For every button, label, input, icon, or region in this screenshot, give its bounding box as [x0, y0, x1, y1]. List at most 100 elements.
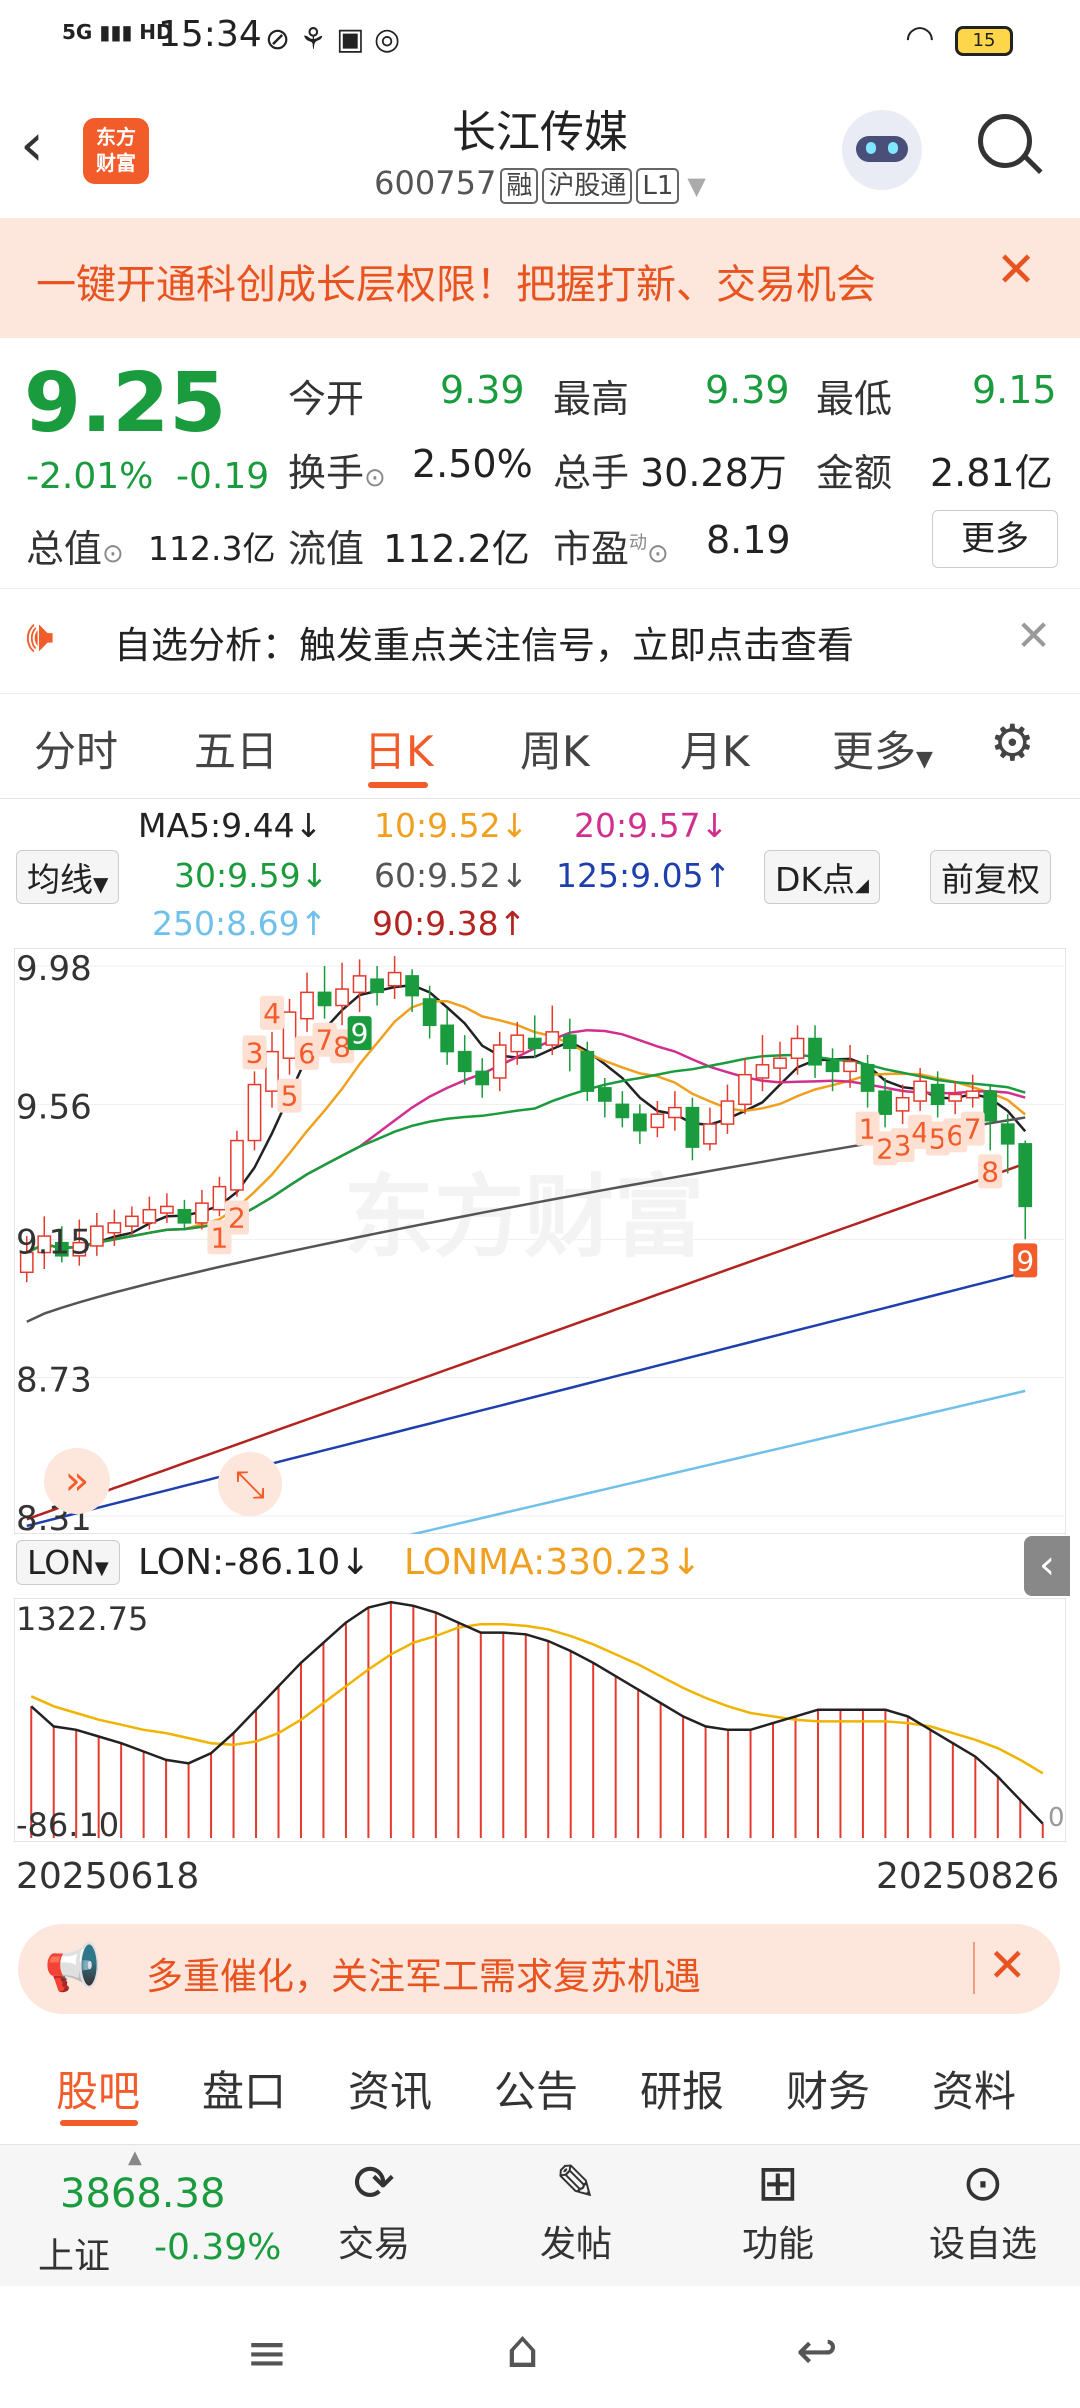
mktcap-value: 112.3亿 — [148, 529, 276, 568]
tab-research[interactable]: 研报 — [640, 2058, 724, 2119]
candle-body — [738, 1073, 752, 1106]
lon-indicator-chart[interactable]: 1322.75 -86.10 0 — [14, 1598, 1066, 1842]
back-nav-icon[interactable]: ↩ — [796, 2322, 838, 2380]
candle-body — [773, 1057, 787, 1069]
high-value: 9.39 — [705, 368, 790, 412]
promo-banner[interactable]: 一键开通科创成长层权限！把握打新、交易机会 ✕ — [0, 218, 1080, 338]
candle-body — [562, 1034, 577, 1050]
tab-more[interactable]: 更多▼ — [832, 718, 933, 779]
dk-button[interactable]: DK点◢ — [764, 850, 880, 904]
candle-body — [685, 1106, 700, 1148]
ma30-label: 30:9.59↓ — [174, 856, 329, 895]
tab-intraday[interactable]: 分时 — [34, 718, 118, 779]
y-tick-label: 9.15 — [16, 1222, 92, 1262]
mktcap-label: 总值⊙ — [26, 527, 124, 571]
indicator-selector[interactable]: LON▼ — [16, 1540, 120, 1585]
tab-market[interactable]: 盘口 — [202, 2058, 286, 2119]
add-watchlist-button[interactable]: ⊙ 设自选 — [920, 2151, 1046, 2267]
candle-body — [948, 1093, 963, 1102]
td-marker-label: 2 — [228, 1202, 246, 1235]
divider — [0, 798, 1080, 799]
battery-icon: 15 — [955, 26, 1013, 56]
candle-body — [615, 1103, 630, 1119]
ma20-label: 20:9.57↓ — [574, 806, 729, 845]
candle-body — [142, 1208, 157, 1224]
y-tick-label: 9.56 — [16, 1087, 92, 1127]
turnover-value: 2.50% — [412, 442, 533, 486]
edit-icon: ✎ — [555, 2154, 597, 2212]
candle-body — [422, 998, 437, 1027]
home-icon[interactable]: ⌂ — [506, 2320, 539, 2380]
info-icon: ⊙ — [364, 463, 386, 493]
amount-value: 2.81亿 — [930, 451, 1053, 495]
td-marker-label: 9 — [351, 1017, 369, 1050]
kline-chart[interactable]: 东方财富 123456 7 8 912 3 4 5 6 789 9.989.569.158.73… — [14, 948, 1066, 1534]
promo-pill[interactable]: 📢 多重催化，关注军工需求复苏机遇 ✕ — [18, 1924, 1060, 2014]
analysis-notice[interactable]: 🕪 自选分析：触发重点关注信号，立即点击查看 ✕ — [0, 588, 1080, 694]
settings-gear-icon[interactable]: ⚙ — [990, 714, 1035, 772]
change-amount: -0.19 — [176, 456, 270, 497]
banner-text: 一键开通科创成长层权限！把握打新、交易机会 — [36, 262, 876, 308]
candle-body — [545, 1031, 560, 1046]
more-dots-icon: ⊙ — [962, 2154, 1004, 2212]
trade-button[interactable]: ⟳ 交易 — [330, 2151, 418, 2267]
candle-body — [527, 1037, 542, 1050]
tag-level: L1 — [636, 168, 680, 204]
candle-body — [983, 1090, 998, 1122]
candle-body — [177, 1208, 192, 1224]
tab-forum[interactable]: 股吧 — [56, 2058, 140, 2119]
tab-five-day[interactable]: 五日 — [194, 718, 278, 779]
candle-body — [597, 1087, 612, 1102]
pe-value: 8.19 — [706, 518, 791, 562]
close-icon[interactable]: ✕ — [1016, 611, 1051, 660]
candle-body — [265, 1050, 279, 1092]
promo-text: 多重催化，关注军工需求复苏机遇 — [146, 1955, 701, 1998]
candle-body — [300, 991, 314, 1020]
dropdown-icon: ▼ — [687, 172, 706, 200]
candle-body — [790, 1037, 805, 1059]
post-button[interactable]: ✎ 发帖 — [528, 2151, 624, 2267]
active-tab-indicator — [60, 2120, 138, 2126]
tag-connect: 沪股通 — [542, 168, 633, 204]
candle-body — [387, 971, 402, 987]
stock-code-line[interactable]: 600757 融沪股通 L1 ▼ — [0, 164, 1080, 204]
candle-body — [317, 991, 332, 1007]
tab-announcements[interactable]: 公告 — [494, 2058, 578, 2119]
index-change: -0.39% — [154, 2227, 282, 2268]
ma-selector[interactable]: 均线▼ — [16, 850, 120, 904]
collapse-panel-icon[interactable]: ‹ — [1024, 1536, 1070, 1596]
tab-weekly-k[interactable]: 周K — [520, 718, 590, 779]
ma10-label: 10:9.52↓ — [374, 806, 529, 845]
x-axis-start: 20250618 — [16, 1856, 200, 1897]
tab-news[interactable]: 资讯 — [348, 2058, 432, 2119]
fullscreen-icon[interactable]: ⤡ — [218, 1452, 282, 1516]
menu-icon[interactable]: ≡ — [246, 2324, 288, 2382]
amount-label: 金额 — [816, 451, 893, 495]
tab-daily-k[interactable]: 日K — [364, 718, 434, 779]
system-nav-bar: ≡ ⌂ ↩ — [0, 2286, 1080, 2408]
robot-assistant-icon[interactable] — [842, 110, 922, 190]
index-value[interactable]: 3868.38 — [60, 2171, 225, 2217]
candle-body — [668, 1106, 682, 1119]
x-axis-end: 20250826 — [876, 1856, 1060, 1897]
candle-body — [580, 1050, 595, 1092]
pe-label: 市盈动⊙ — [553, 527, 669, 571]
tab-monthly-k[interactable]: 月K — [680, 718, 750, 779]
notice-text: 自选分析：触发重点关注信号，立即点击查看 — [114, 624, 854, 667]
divider — [973, 1942, 975, 1994]
adjust-button[interactable]: 前复权 — [930, 850, 1051, 904]
tab-finance[interactable]: 财务 — [786, 2058, 870, 2119]
candle-body — [703, 1123, 717, 1145]
candle-body — [440, 1024, 455, 1053]
close-icon[interactable]: ✕ — [996, 242, 1036, 298]
expand-left-icon[interactable]: » — [44, 1448, 110, 1514]
candle-body — [650, 1113, 665, 1129]
megaphone-icon: 📢 — [44, 1940, 102, 1994]
td-marker-label: 3 — [246, 1036, 264, 1069]
more-button[interactable]: 更多 — [932, 510, 1058, 568]
functions-button[interactable]: ⊞ 功能 — [730, 2151, 826, 2267]
close-icon[interactable]: ✕ — [988, 1938, 1027, 1992]
candle-body — [510, 1034, 525, 1053]
tab-profile[interactable]: 资料 — [932, 2058, 1016, 2119]
candle-body — [230, 1139, 244, 1191]
